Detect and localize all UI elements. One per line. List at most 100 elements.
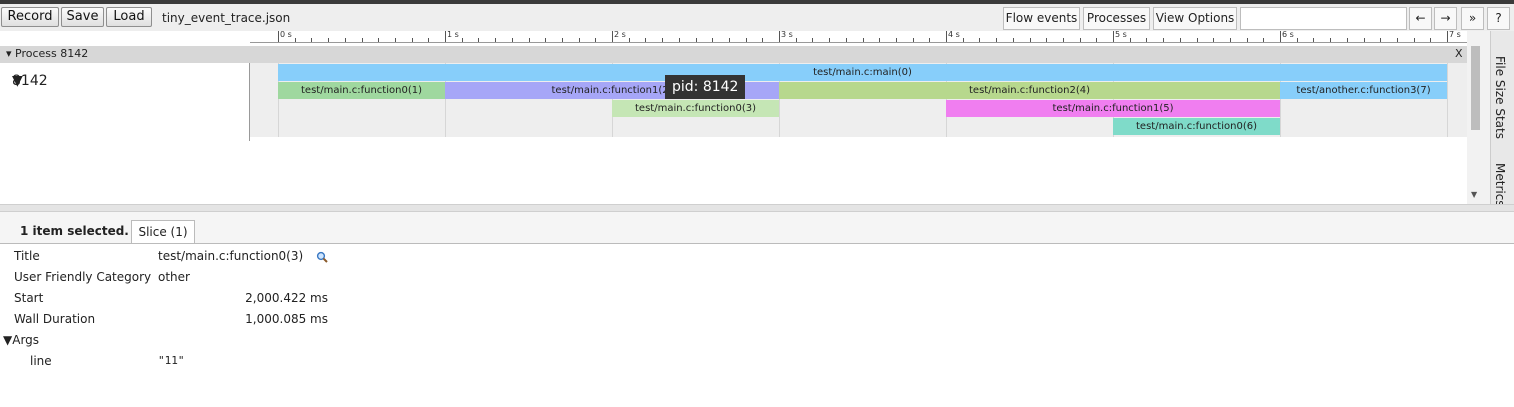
- ruler-tick-label: 5 s: [1115, 30, 1127, 39]
- ruler-minor-tick: [294, 38, 296, 42]
- search-icon[interactable]: [316, 251, 328, 263]
- ruler-tick-label: 4 s: [948, 30, 960, 39]
- ruler-major-tick: [946, 31, 947, 42]
- time-ruler[interactable]: 0 s 1 s 2 s 3 s 4 s 5 s 6 s 7 s: [250, 30, 1467, 43]
- ruler-minor-tick: [461, 38, 463, 42]
- wall-duration-key: Wall Duration: [14, 312, 96, 326]
- thread-label-text: 8142: [12, 73, 48, 89]
- ruler-minor-tick: [1129, 38, 1131, 42]
- more-button[interactable]: »: [1461, 7, 1484, 30]
- search-input[interactable]: [1240, 7, 1407, 30]
- ruler-major-tick: [1447, 31, 1448, 42]
- tab-slice[interactable]: Slice (1): [131, 220, 195, 243]
- ruler-minor-tick: [929, 38, 931, 42]
- scroll-down-icon[interactable]: ▼: [1471, 190, 1477, 199]
- panel-resize-divider[interactable]: [0, 204, 1514, 212]
- wall-duration-value: 1,000.085 ms: [245, 312, 328, 326]
- ruler-minor-tick: [812, 38, 814, 42]
- ruler-minor-tick: [1396, 38, 1398, 42]
- load-button[interactable]: Load: [106, 7, 152, 27]
- help-button[interactable]: ?: [1487, 7, 1510, 30]
- ruler-minor-tick: [1263, 38, 1265, 42]
- slice-function0-1[interactable]: test/main.c:function0(1): [278, 82, 445, 99]
- ruler-major-tick: [1280, 31, 1281, 42]
- ruler-minor-tick: [311, 38, 313, 42]
- metrics-tab[interactable]: Metrics: [1493, 163, 1507, 207]
- ruler-minor-tick: [1146, 38, 1148, 42]
- slice-function3-7[interactable]: test/another.c:function3(7): [1280, 82, 1447, 99]
- grid-line: [1447, 63, 1448, 137]
- arrow-right-icon: →: [1440, 11, 1451, 25]
- process-title: ▾ Process 8142: [6, 47, 88, 60]
- analysis-panel: 1 item selected. Slice (1) Title test/ma…: [0, 212, 1514, 407]
- ruler-minor-tick: [1330, 38, 1332, 42]
- flow-events-button[interactable]: Flow events: [1003, 7, 1080, 30]
- scrollbar-thumb[interactable]: [1471, 46, 1480, 130]
- ruler-minor-tick: [1229, 38, 1231, 42]
- ruler-major-tick: [612, 31, 613, 42]
- ruler-minor-tick: [845, 38, 847, 42]
- ruler-minor-tick: [1079, 38, 1081, 42]
- ruler-minor-tick: [1380, 38, 1382, 42]
- ruler-major-tick: [779, 31, 780, 42]
- slice-function0-6[interactable]: test/main.c:function0(6): [1113, 118, 1280, 135]
- close-process-button[interactable]: X: [1455, 47, 1463, 60]
- line-value: "11": [158, 354, 185, 367]
- ruler-tick-label: 6 s: [1282, 30, 1294, 39]
- ruler-minor-tick: [1413, 38, 1415, 42]
- ruler-minor-tick: [1029, 38, 1031, 42]
- view-options-button[interactable]: View Options: [1153, 7, 1237, 30]
- ruler-minor-tick: [712, 38, 714, 42]
- ruler-minor-tick: [645, 38, 647, 42]
- next-result-button[interactable]: →: [1434, 7, 1457, 30]
- ruler-tick-label: 3 s: [781, 30, 793, 39]
- ruler-major-tick: [1113, 31, 1114, 42]
- ruler-minor-tick: [862, 38, 864, 42]
- slice-main[interactable]: test/main.c:main(0): [278, 64, 1447, 81]
- ruler-minor-tick: [394, 38, 396, 42]
- slice-function1-5[interactable]: test/main.c:function1(5): [946, 100, 1280, 117]
- processes-button[interactable]: Processes: [1083, 7, 1150, 30]
- category-value: other: [158, 270, 190, 284]
- double-chevron-icon: »: [1468, 11, 1477, 25]
- process-header[interactable]: ▾ Process 8142 X: [0, 46, 1467, 63]
- help-icon: ?: [1495, 11, 1502, 25]
- ruler-minor-tick: [344, 38, 346, 42]
- ruler-major-tick: [278, 31, 279, 42]
- ruler-minor-tick: [1096, 38, 1098, 42]
- process-title-text: Process 8142: [15, 47, 89, 60]
- ruler-minor-tick: [912, 38, 914, 42]
- ruler-minor-tick: [695, 38, 697, 42]
- slice-function0-3[interactable]: test/main.c:function0(3): [612, 100, 779, 117]
- ruler-minor-tick: [795, 38, 797, 42]
- args-row[interactable]: ▼Args: [3, 333, 39, 347]
- save-button[interactable]: Save: [61, 7, 104, 27]
- ruler-minor-tick: [1012, 38, 1014, 42]
- thread-label[interactable]: ▼ 8142: [0, 63, 250, 141]
- ruler-minor-tick: [728, 38, 730, 42]
- ruler-minor-tick: [1213, 38, 1215, 42]
- ruler-minor-tick: [1196, 38, 1198, 42]
- previous-result-button[interactable]: ←: [1409, 7, 1432, 30]
- analysis-tab-bar: 1 item selected. Slice (1): [0, 212, 1514, 244]
- args-key: Args: [12, 333, 40, 347]
- ruler-minor-tick: [678, 38, 680, 42]
- title-key: Title: [14, 249, 40, 263]
- ruler-minor-tick: [378, 38, 380, 42]
- ruler-minor-tick: [1179, 38, 1181, 42]
- ruler-minor-tick: [1363, 38, 1365, 42]
- arrow-left-icon: ←: [1415, 11, 1426, 25]
- ruler-minor-tick: [996, 38, 998, 42]
- pid-tooltip: pid: 8142: [665, 75, 746, 99]
- ruler-minor-tick: [1046, 38, 1048, 42]
- slice-function2-4[interactable]: test/main.c:function2(4): [779, 82, 1280, 99]
- collapse-triangle-icon: ▾: [6, 47, 16, 60]
- ruler-minor-tick: [411, 38, 413, 42]
- trace-filename: tiny_event_trace.json: [162, 11, 291, 25]
- record-button[interactable]: Record: [1, 7, 59, 27]
- slice-area[interactable]: test/main.c:main(0) test/main.c:function…: [250, 63, 1467, 137]
- file-size-stats-tab[interactable]: File Size Stats: [1493, 56, 1507, 139]
- ruler-minor-tick: [879, 38, 881, 42]
- start-value: 2,000.422 ms: [245, 291, 328, 305]
- ruler-tick-label: 0 s: [280, 30, 292, 39]
